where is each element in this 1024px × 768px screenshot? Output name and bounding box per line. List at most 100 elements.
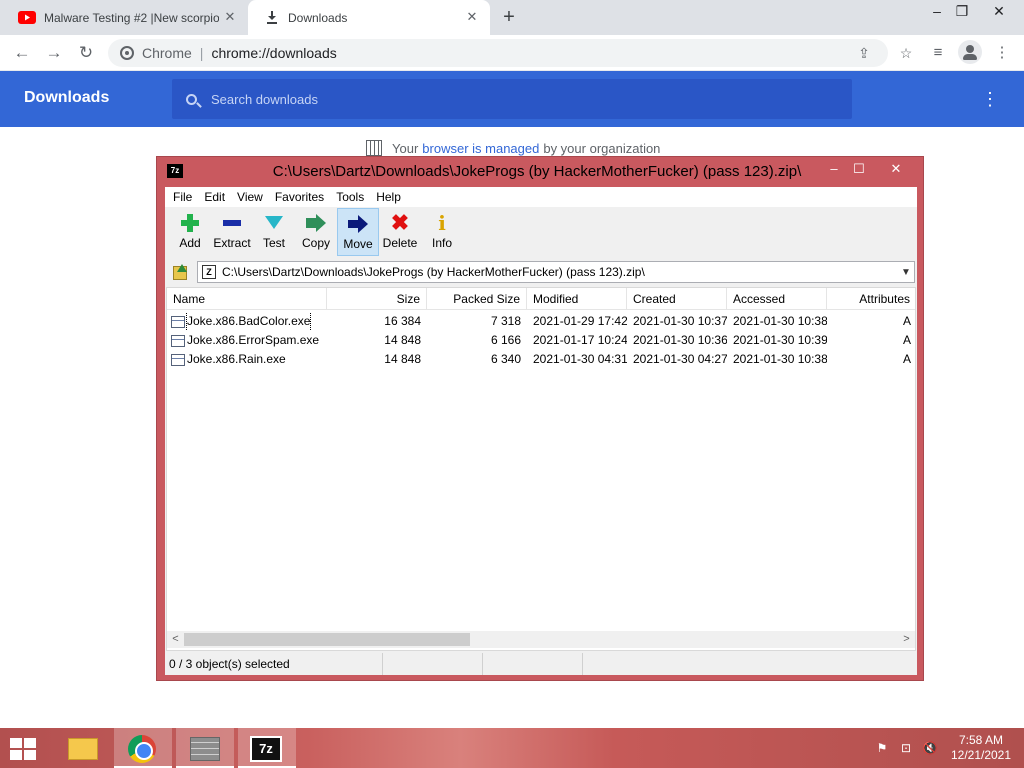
omnibox-url: chrome://downloads [211, 45, 337, 61]
taskbar-file-explorer[interactable] [52, 728, 110, 768]
search-input[interactable] [197, 79, 852, 119]
omnibox-chip: Chrome [142, 45, 192, 61]
chrome-icon [128, 735, 156, 763]
bookmark-star-icon[interactable]: ☆ [896, 43, 916, 63]
column-created[interactable]: Created [627, 288, 727, 310]
file-list: Name Size Packed Size Modified Created A… [166, 287, 916, 651]
profile-avatar-icon[interactable] [958, 40, 982, 64]
file-created: 2021-01-30 10:36 [633, 333, 727, 347]
file-packed-size: 7 318 [490, 314, 521, 328]
info-button[interactable]: i Info [421, 208, 463, 256]
forward-arrow-icon[interactable]: → [42, 41, 66, 65]
delete-button[interactable]: ✖ Delete [379, 208, 421, 256]
file-created: 2021-01-30 04:27 [633, 352, 727, 366]
tool-label: Add [179, 236, 201, 250]
restore-button[interactable]: ❐ [945, 0, 979, 22]
action-center-flag-icon[interactable]: ⚑ [874, 740, 890, 756]
table-row[interactable]: Joke.x86.Rain.exe 14 848 6 340 2021-01-3… [167, 350, 915, 369]
managed-link[interactable]: browser is managed [422, 141, 539, 156]
tab-downloads[interactable]: Downloads ✕ [248, 0, 490, 35]
tab-close-icon[interactable]: ✕ [464, 9, 480, 25]
file-modified: 2021-01-17 10:24 [533, 333, 627, 347]
folder-up-icon[interactable] [167, 261, 193, 283]
scroll-right-icon[interactable]: > [898, 631, 915, 648]
sevenzip-titlebar[interactable]: 7z C:\Users\Dartz\Downloads\JokeProgs (b… [157, 157, 923, 187]
menu-favorites[interactable]: Favorites [269, 190, 330, 204]
tool-label: Copy [301, 236, 330, 250]
status-bar: 0 / 3 object(s) selected [165, 653, 917, 675]
search-box[interactable] [172, 79, 852, 119]
youtube-icon [18, 11, 36, 24]
selection-status: 0 / 3 object(s) selected [165, 653, 383, 675]
status-cell [483, 653, 583, 675]
page-title: Downloads [24, 89, 110, 106]
add-button[interactable]: Add [169, 208, 211, 256]
column-packed-size[interactable]: Packed Size [427, 288, 527, 310]
move-button[interactable]: Move [337, 208, 379, 256]
tool-label: Test [262, 236, 285, 250]
menu-file[interactable]: File [167, 190, 198, 204]
path-text: C:\Users\Dartz\Downloads\JokeProgs (by H… [222, 265, 645, 279]
tab-close-icon[interactable]: ✕ [222, 9, 238, 25]
managed-prefix: Your [392, 140, 419, 156]
column-name[interactable]: Name [167, 288, 327, 310]
menu-help[interactable]: Help [370, 190, 407, 204]
extract-button[interactable]: Extract [211, 208, 253, 256]
table-row[interactable]: Joke.x86.ErrorSpam.exe 14 848 6 166 2021… [167, 331, 915, 350]
managed-notice: Your browser is managed by your organiza… [366, 140, 660, 156]
scroll-thumb[interactable] [184, 633, 470, 646]
scroll-left-icon[interactable]: < [167, 631, 184, 648]
path-field[interactable]: Z C:\Users\Dartz\Downloads\JokeProgs (by… [197, 261, 915, 283]
column-size[interactable]: Size [327, 288, 427, 310]
menu-view[interactable]: View [231, 190, 269, 204]
toolbar: Add Extract Test Copy Move ✖ Delete i In… [165, 208, 917, 258]
reload-icon[interactable]: ↻ [74, 41, 98, 65]
media-queue-icon[interactable]: ≡ [926, 41, 950, 65]
delete-icon: ✖ [390, 210, 410, 235]
close-button[interactable]: ✕ [879, 157, 913, 181]
address-bar[interactable]: Chrome | chrome://downloads ⇪ ☆ [108, 39, 912, 67]
menu-tools[interactable]: Tools [330, 190, 370, 204]
maximize-button[interactable]: ☐ [842, 157, 876, 181]
test-button[interactable]: Test [253, 208, 295, 256]
share-icon[interactable]: ⇪ [854, 43, 874, 63]
file-accessed: 2021-01-30 10:38 [733, 352, 827, 366]
download-icon [267, 11, 277, 24]
downloads-header: Downloads ⋮ [0, 71, 1024, 127]
file-size: 14 848 [384, 333, 421, 347]
clock-time: 7:58 AM [958, 733, 1004, 747]
tab-youtube[interactable]: Malware Testing #2 |New scorpion ✕ [0, 0, 248, 35]
table-row[interactable]: Joke.x86.BadColor.exe 16 384 7 318 2021-… [167, 312, 915, 331]
managed-suffix: by your organization [543, 140, 661, 156]
new-tab-button[interactable]: + [498, 6, 520, 28]
sevenzip-icon: 7z [250, 736, 282, 762]
sevenzip-window: 7z C:\Users\Dartz\Downloads\JokeProgs (b… [156, 156, 924, 681]
tool-label: Delete [382, 236, 418, 250]
window-title: C:\Users\Dartz\Downloads\JokeProgs (by H… [272, 163, 802, 180]
copy-button[interactable]: Copy [295, 208, 337, 256]
chrome-menu-icon[interactable]: ⋮ [990, 41, 1014, 65]
exe-file-icon [171, 315, 185, 328]
more-options-icon[interactable]: ⋮ [980, 87, 1000, 111]
sevenzip-logo-icon: 7z [167, 164, 183, 178]
back-arrow-icon[interactable]: ← [10, 41, 34, 65]
menu-edit[interactable]: Edit [198, 190, 231, 204]
network-icon[interactable]: ⊡ [898, 740, 914, 756]
folder-icon [68, 738, 98, 760]
windows-start-icon[interactable] [10, 738, 38, 760]
tab-title: Malware Testing #2 |New scorpion [44, 10, 219, 25]
chrome-site-icon [120, 46, 134, 60]
system-clock[interactable]: 7:58 AM 12/21/2021 [948, 733, 1014, 763]
chevron-down-icon[interactable]: ▼ [898, 267, 914, 278]
extract-icon [220, 212, 244, 234]
column-accessed[interactable]: Accessed [727, 288, 827, 310]
horizontal-scrollbar[interactable]: < > [167, 631, 915, 648]
status-cell [583, 653, 917, 675]
volume-muted-icon[interactable]: 🔇 [922, 740, 938, 756]
column-attributes[interactable]: Attributes [827, 288, 915, 310]
file-attributes: A [902, 352, 911, 366]
column-modified[interactable]: Modified [527, 288, 627, 310]
file-packed-size: 6 340 [490, 352, 521, 366]
close-button[interactable]: ✕ [982, 0, 1016, 22]
file-size: 14 848 [384, 352, 421, 366]
